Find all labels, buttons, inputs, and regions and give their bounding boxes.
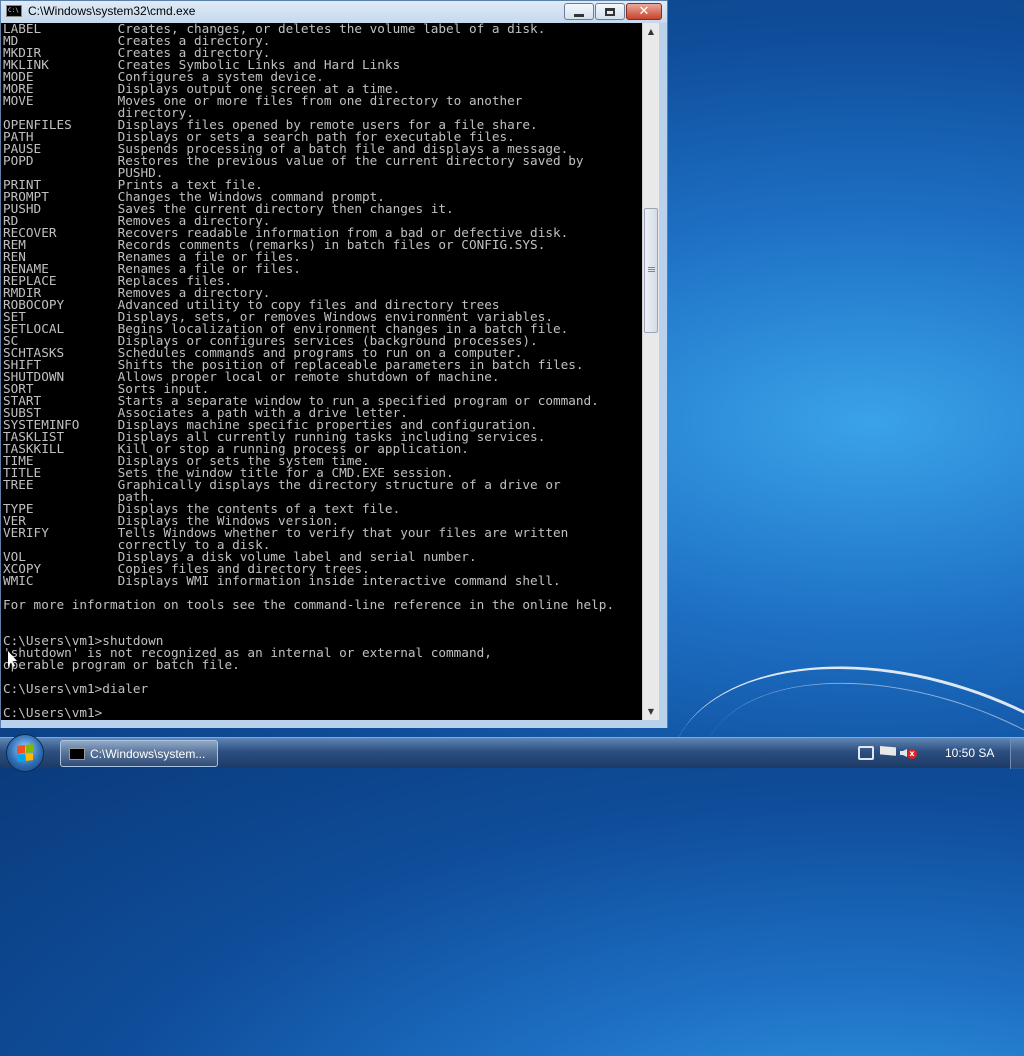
- action-center-flag-icon[interactable]: [880, 746, 896, 756]
- mute-x-icon: x: [907, 749, 917, 759]
- windows-logo-icon: [17, 744, 33, 762]
- vertical-scrollbar[interactable]: ▲ ▼: [642, 23, 659, 720]
- console-output[interactable]: LABEL Creates, changes, or deletes the v…: [1, 23, 642, 720]
- scroll-up-arrow[interactable]: ▲: [643, 23, 659, 40]
- scroll-down-arrow[interactable]: ▼: [643, 703, 659, 720]
- taskbar-item-label: C:\Windows\system...: [90, 747, 206, 761]
- console-text: LABEL Creates, changes, or deletes the v…: [3, 23, 615, 720]
- maximize-icon: [605, 7, 615, 16]
- window-title: C:\Windows\system32\cmd.exe: [28, 4, 196, 18]
- maximize-button[interactable]: [595, 3, 625, 20]
- grip-icon: [648, 267, 655, 268]
- minimize-icon: [574, 13, 584, 17]
- close-button[interactable]: ✕: [626, 3, 662, 20]
- taskbar-clock[interactable]: 10:50 SA: [945, 746, 994, 760]
- scroll-thumb[interactable]: [644, 208, 658, 333]
- console-icon[interactable]: C:\: [6, 5, 22, 17]
- taskbar-item-cmd[interactable]: C:\Windows\system...: [60, 740, 218, 767]
- cmd-window[interactable]: C:\ C:\Windows\system32\cmd.exe ✕ LABEL …: [0, 0, 668, 728]
- window-bottom-border: [1, 720, 667, 728]
- title-bar[interactable]: C:\ C:\Windows\system32\cmd.exe ✕: [1, 1, 667, 23]
- network-icon[interactable]: [858, 746, 874, 760]
- close-icon: ✕: [638, 4, 650, 19]
- volume-muted-icon[interactable]: x: [900, 746, 917, 760]
- console-icon: [69, 748, 85, 760]
- show-desktop-button[interactable]: [1010, 738, 1024, 769]
- minimize-button[interactable]: [564, 3, 594, 20]
- taskbar: C:\Windows\system... x 10:50 SA: [0, 734, 1024, 772]
- speaker-icon: [900, 749, 907, 757]
- start-button[interactable]: [6, 734, 44, 772]
